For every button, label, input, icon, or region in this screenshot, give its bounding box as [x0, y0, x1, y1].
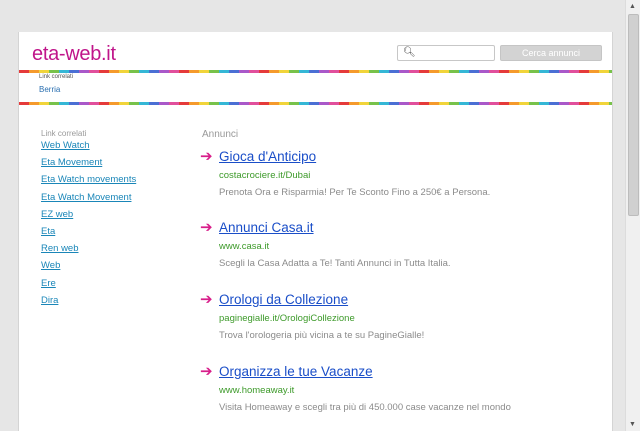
list-item: Ren web	[41, 243, 136, 260]
arrow-right-icon: ➔	[200, 219, 213, 236]
ad-url[interactable]: www.homeaway.it	[219, 385, 294, 396]
list-item: Eta	[41, 226, 136, 243]
rainbow-divider-bottom	[19, 102, 612, 105]
sidebar-link[interactable]: Eta Movement	[41, 157, 102, 168]
rainbow-divider-top	[19, 70, 612, 73]
ad-headline[interactable]: Annunci Casa.it	[219, 220, 314, 236]
page-container: eta-web.it 🔍︎ Cerca annunci Link correla…	[18, 32, 613, 431]
list-item: Dira	[41, 295, 136, 312]
sidebar-link[interactable]: Ere	[41, 278, 56, 289]
search-button[interactable]: Cerca annunci	[500, 45, 602, 61]
sidebar-link[interactable]: Dira	[41, 295, 58, 306]
top-related-title: Link correlati	[39, 74, 74, 80]
ad-description: Prenota Ora e Risparmia! Per Te Sconto F…	[219, 187, 491, 198]
ads-title: Annunci	[202, 129, 239, 140]
vertical-scrollbar[interactable]: ▲ ▼	[625, 0, 640, 431]
sidebar-title: Link correlati	[41, 129, 87, 138]
ad-url[interactable]: www.casa.it	[219, 241, 269, 252]
sidebar-link[interactable]: Web Watch	[41, 140, 90, 151]
sidebar-link[interactable]: Ren web	[41, 243, 79, 254]
ad-headline[interactable]: Organizza le tue Vacanze	[219, 364, 373, 380]
search-box[interactable]: 🔍︎	[397, 45, 495, 61]
list-item: Web Watch	[41, 140, 136, 157]
list-item: Eta Watch movements	[41, 174, 136, 191]
ad-headline[interactable]: Orologi da Collezione	[219, 292, 348, 308]
arrow-right-icon: ➔	[200, 291, 213, 308]
ad-headline[interactable]: Gioca d'Anticipo	[219, 149, 316, 165]
sidebar-link[interactable]: Web	[41, 260, 60, 271]
ad-url[interactable]: paginegialle.it/OrologiCollezione	[219, 313, 355, 324]
arrow-right-icon: ➔	[200, 148, 213, 165]
sidebar-link[interactable]: EZ web	[41, 209, 73, 220]
sidebar-links: Web Watch Eta Movement Eta Watch movemen…	[41, 140, 136, 312]
site-title[interactable]: eta-web.it	[32, 43, 116, 66]
ad-description: Trova l'orologeria più vicina a te su Pa…	[219, 330, 425, 341]
list-item: Ere	[41, 278, 136, 295]
ad-description: Scegli la Casa Adatta a Te! Tanti Annunc…	[219, 258, 451, 269]
sidebar-link[interactable]: Eta	[41, 226, 55, 237]
scroll-thumb[interactable]	[628, 14, 639, 216]
scroll-down-icon[interactable]: ▼	[629, 421, 636, 428]
list-item: Eta Movement	[41, 157, 136, 174]
ad-description: Visita Homeaway e scegli tra più di 450.…	[219, 402, 511, 413]
sidebar-link[interactable]: Eta Watch Movement	[41, 192, 131, 203]
list-item: Eta Watch Movement	[41, 192, 136, 209]
scroll-up-icon[interactable]: ▲	[629, 3, 636, 10]
list-item: Web	[41, 260, 136, 277]
sidebar-link[interactable]: Eta Watch movements	[41, 174, 136, 185]
arrow-right-icon: ➔	[200, 363, 213, 380]
ad-url[interactable]: costacrociere.it/Dubai	[219, 170, 310, 181]
list-item: EZ web	[41, 209, 136, 226]
search-icon: 🔍︎	[403, 47, 416, 58]
search-input[interactable]	[418, 46, 490, 59]
top-related-link[interactable]: Berria	[39, 85, 60, 94]
